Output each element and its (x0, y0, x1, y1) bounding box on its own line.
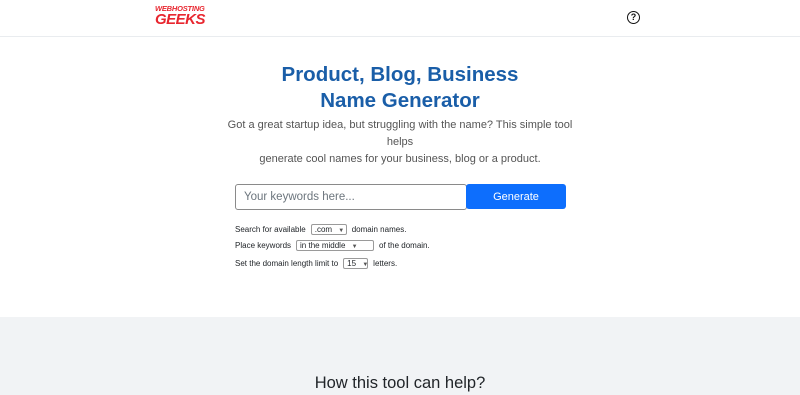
generate-button[interactable]: Generate (466, 184, 566, 209)
position-select-value: in the middle (300, 240, 346, 250)
length-label-prefix: Set the domain length limit to (235, 258, 339, 268)
intro-text: Got a great startup idea, but struggling… (215, 117, 585, 168)
chevron-down-icon: ▼ (338, 227, 345, 234)
top-navbar: WEBHOSTING GEEKS ? (0, 0, 800, 37)
site-logo[interactable]: WEBHOSTING GEEKS (155, 5, 207, 27)
length-select[interactable]: 15 ▼ (343, 257, 369, 269)
length-option-row: Set the domain length limit to 15 ▼ lett… (235, 256, 397, 270)
position-option-row: Place keywords in the middle ▼ of the do… (235, 238, 430, 252)
chevron-down-icon: ▼ (362, 261, 369, 268)
intro-line-2: generate cool names for your business, b… (259, 153, 541, 165)
position-select[interactable]: in the middle ▼ (296, 239, 375, 251)
intro-line-1: Got a great startup idea, but struggling… (227, 119, 573, 148)
title-line-1: Product, Blog, Business (281, 63, 519, 86)
help-section-title: How this tool can help? (314, 374, 486, 392)
chevron-down-icon: ▼ (351, 243, 358, 250)
tld-select-value: .com (314, 224, 333, 234)
logo-line-2: GEEKS (155, 10, 206, 28)
keywords-input[interactable] (235, 184, 467, 210)
position-label-suffix: of the domain. (379, 240, 430, 250)
tld-option-row: Search for available .com ▼ domain names… (235, 222, 406, 236)
tld-label-suffix: domain names. (351, 224, 407, 234)
tld-select[interactable]: .com ▼ (310, 223, 347, 235)
question-circle-icon[interactable]: ? (627, 11, 640, 24)
tld-label-prefix: Search for available (235, 224, 306, 234)
title-line-2: Name Generator (320, 89, 480, 112)
length-label-suffix: letters. (373, 258, 398, 268)
position-label-prefix: Place keywords (235, 240, 292, 250)
page-title: Product, Blog, Business Name Generator (200, 62, 600, 114)
length-select-value: 15 (347, 258, 357, 268)
